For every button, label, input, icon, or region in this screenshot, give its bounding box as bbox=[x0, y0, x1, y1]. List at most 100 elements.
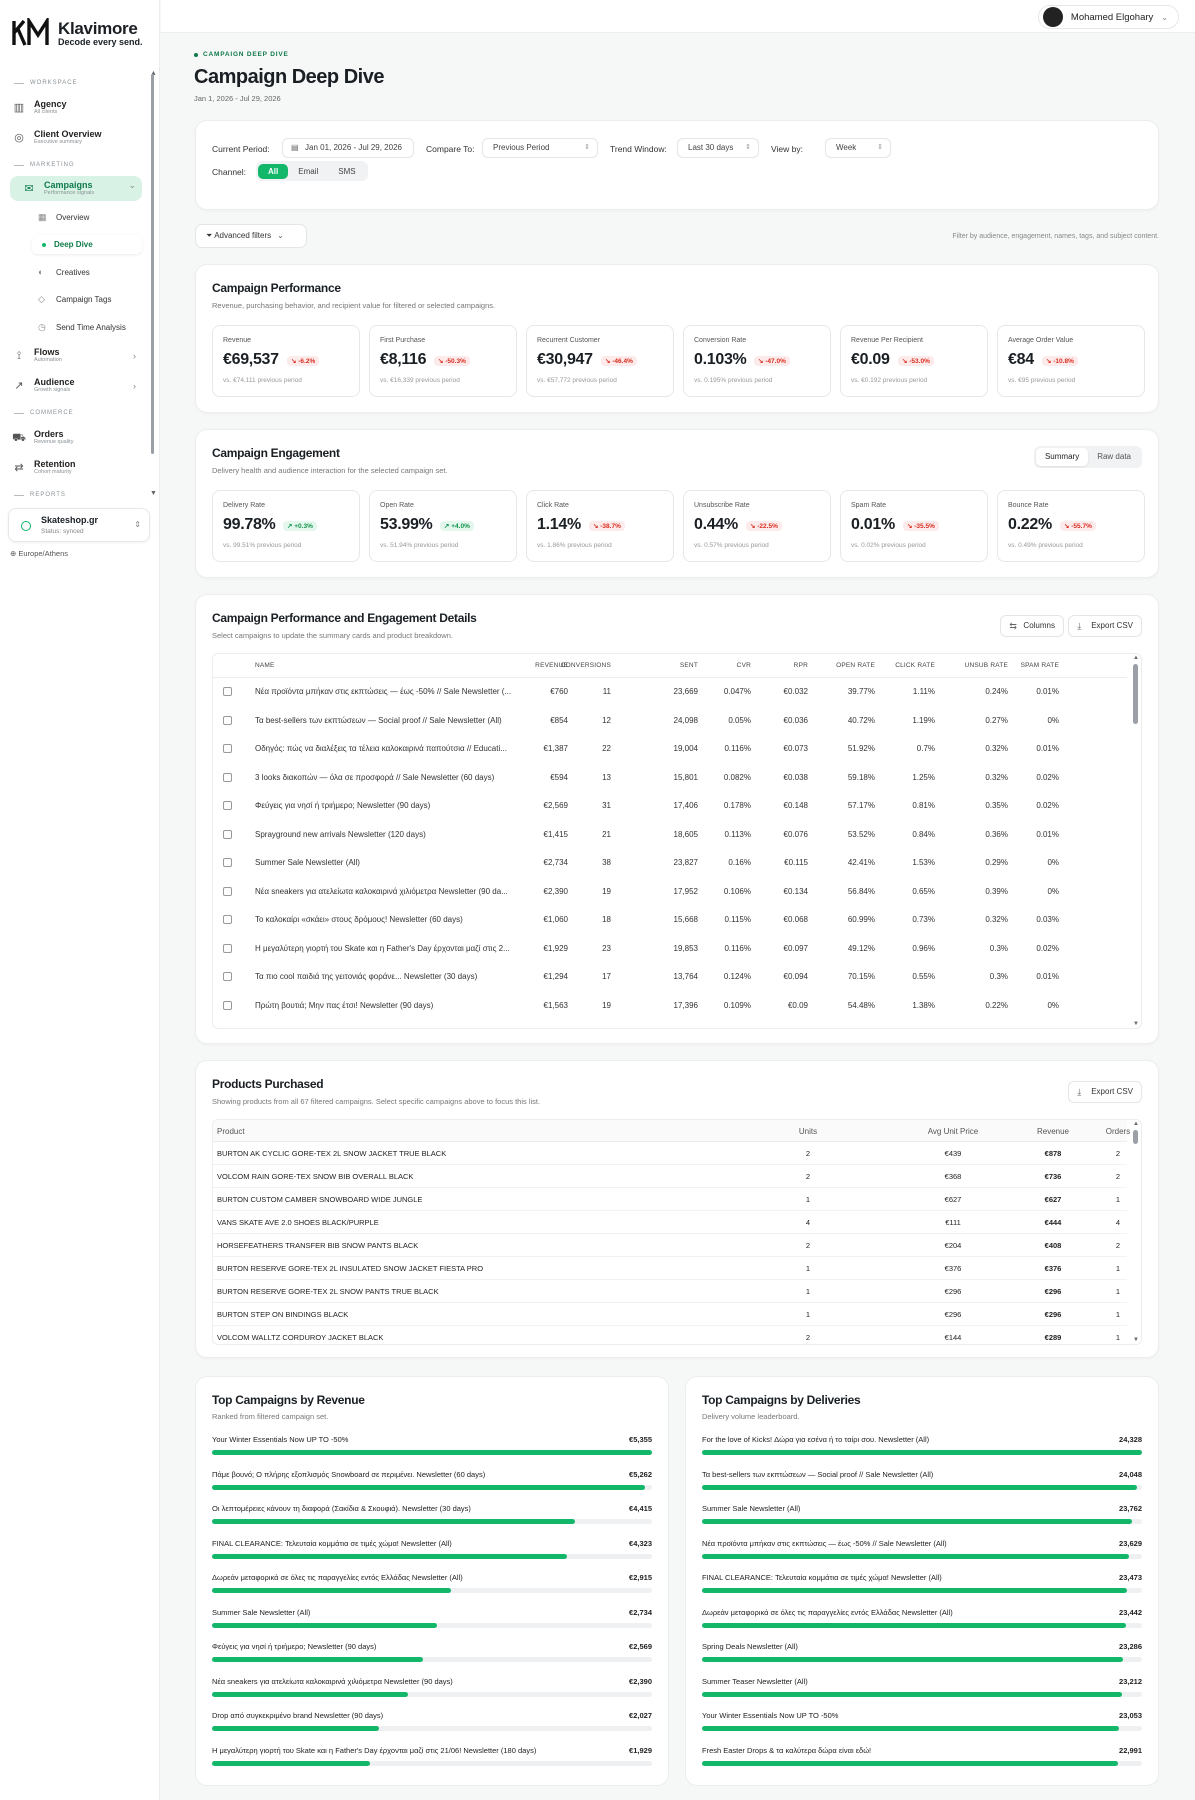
sidebar-sub-creatives[interactable]: ◐ Creatives bbox=[38, 267, 90, 277]
sidebar-item-client-overview[interactable]: ◎ Client Overview Executive summary bbox=[12, 129, 142, 146]
row-checkbox[interactable] bbox=[223, 972, 232, 981]
bar-fill bbox=[212, 1622, 437, 1628]
row-checkbox[interactable] bbox=[223, 801, 232, 810]
leaderboard-item[interactable]: Η μεγαλύτερη γιορτή του Skate και η Fath… bbox=[212, 1746, 652, 1780]
sidebar-item-campaigns[interactable]: ✉ Campaigns Performance signals ⌄ bbox=[10, 176, 142, 201]
row-checkbox[interactable] bbox=[223, 744, 232, 753]
sidebar-item-flows[interactable]: ⟟ Flows Automation › bbox=[12, 347, 142, 364]
table-scrollbar[interactable] bbox=[1133, 664, 1138, 724]
leaderboard-item[interactable]: Τα best-sellers των εκπτώσεων — Social p… bbox=[702, 1470, 1142, 1504]
scroll-down-icon[interactable]: ▼ bbox=[1133, 1021, 1139, 1027]
row-checkbox[interactable] bbox=[223, 829, 232, 839]
trend-window-select[interactable]: Last 30 days ⇕ bbox=[677, 138, 759, 158]
kpi-label: First Purchase bbox=[380, 337, 426, 344]
column-header-unsub-rate[interactable]: UNSUB RATE bbox=[962, 662, 1008, 669]
toggle-raw-data[interactable]: Raw data bbox=[1088, 448, 1140, 466]
table-row[interactable]: Οδηγός: πώς να διαλέξεις τα τέλεια καλοκ… bbox=[213, 735, 1127, 764]
kpi-card: Bounce Rate 0.22% ↘ -55.7% vs. 0.49% previo… bbox=[997, 490, 1145, 562]
row-checkbox[interactable] bbox=[223, 915, 232, 924]
row-checkbox[interactable] bbox=[223, 715, 232, 725]
sidebar-item-agency[interactable]: ▥ Agency All clients bbox=[12, 99, 142, 116]
table-row[interactable]: Τα πιο cool παιδιά της γειτονιάς φοράνε.… bbox=[213, 963, 1127, 992]
row-checkbox[interactable] bbox=[223, 1000, 232, 1010]
table-row[interactable]: Το καλοκαίρι «σκάει» στους δρόμους! News… bbox=[213, 906, 1127, 935]
table-cell: €736 bbox=[1044, 1172, 1062, 1181]
row-checkbox[interactable] bbox=[223, 886, 232, 896]
columns-button[interactable]: ⇆ Columns bbox=[1000, 615, 1064, 637]
sidebar-scrollbar[interactable] bbox=[151, 74, 154, 454]
leaderboard-item[interactable]: FINAL CLEARANCE: Τελευταία κομμάτια σε τ… bbox=[212, 1539, 652, 1573]
table-row[interactable]: Νέα προϊόντα μπήκαν στις εκπτώσεις — έως… bbox=[213, 678, 1127, 707]
leaderboard-item[interactable]: Your Winter Essentials Now UP TO -50% 23,… bbox=[702, 1711, 1142, 1745]
current-period-picker[interactable]: ▤ Jan 01, 2026 - Jul 29, 2026 bbox=[282, 138, 414, 158]
table-row[interactable]: Πρώτη βουτιά; Μην πας έτσι! Newsletter (… bbox=[213, 992, 1127, 1021]
advanced-filters-button[interactable]: ⏷ Advanced filters ⌄ bbox=[195, 224, 307, 248]
leaderboard-item[interactable]: Drop από συγκεκριμένο brand Newsletter (… bbox=[212, 1711, 652, 1745]
leaderboard-item[interactable]: Οι λεπτομέρειες κάνουν τη διαφορά (Σακίδ… bbox=[212, 1504, 652, 1538]
column-header-units[interactable]: Units bbox=[788, 1127, 828, 1136]
sidebar-sub-overview[interactable]: ▦ Overview bbox=[38, 212, 89, 223]
column-header-open-rate[interactable]: OPEN RATE bbox=[829, 662, 875, 669]
leaderboard-item[interactable]: Summer Sale Newsletter (All) 23,762 bbox=[702, 1504, 1142, 1538]
leaderboard-item[interactable]: Νέα sneakers για ατελείωτα καλοκαιρινά χ… bbox=[212, 1677, 652, 1711]
column-header-spam-rate[interactable]: SPAM RATE bbox=[1017, 662, 1059, 669]
leaderboard-item[interactable]: Δωρεάν μεταφορικά σε όλες τις παραγγελίε… bbox=[702, 1608, 1142, 1642]
store-selector[interactable]: Skateshop.gr Status: synced ⇕ bbox=[8, 508, 150, 542]
row-checkbox[interactable] bbox=[223, 858, 232, 867]
scroll-down-icon[interactable]: ▼ bbox=[1133, 1337, 1139, 1343]
column-header-avg-unit-price[interactable]: Avg Unit Price bbox=[913, 1127, 993, 1136]
leaderboard-item[interactable]: Your Winter Essentials Now UP TO -50% €5,… bbox=[212, 1435, 652, 1469]
leaderboard-item[interactable]: Summer Teaser Newsletter (All) 23,212 bbox=[702, 1677, 1142, 1711]
table-cell: 18,605 bbox=[673, 829, 698, 839]
leaderboard-item[interactable]: Fresh Easter Drops & τα καλύτερα δώρα εί… bbox=[702, 1746, 1142, 1780]
leaderboard-item[interactable]: FINAL CLEARANCE: Τελευταία κομμάτια σε τ… bbox=[702, 1573, 1142, 1607]
column-header-sent[interactable]: SENT bbox=[666, 662, 698, 669]
user-menu[interactable]: Mohamed Elgohary ⌄ bbox=[1037, 5, 1179, 29]
row-checkbox[interactable] bbox=[223, 943, 232, 953]
scroll-up-icon[interactable]: ▲ bbox=[1133, 1121, 1139, 1127]
leaderboard-item[interactable]: For the love of Kicks! Δώρα για εσένα ή … bbox=[702, 1435, 1142, 1469]
toggle-summary[interactable]: Summary bbox=[1035, 448, 1089, 466]
column-header-click-rate[interactable]: CLICK RATE bbox=[889, 662, 935, 669]
sidebar-item-audience[interactable]: ↗ Audience Growth signals › bbox=[12, 377, 142, 394]
table-scrollbar[interactable] bbox=[1133, 1130, 1138, 1144]
channel-all[interactable]: All bbox=[258, 163, 289, 179]
table-row[interactable]: Sprayground new arrivals Newsletter (120… bbox=[213, 821, 1127, 850]
sidebar-sub-send-time[interactable]: ◷ Send Time Analysis bbox=[38, 322, 126, 333]
sidebar-item-orders[interactable]: ⛟ Orders Revenue quality bbox=[12, 429, 142, 446]
leaderboard-item[interactable]: Summer Sale Newsletter (All) €2,734 bbox=[212, 1608, 652, 1642]
column-header-conversions[interactable]: CONVERSIONS bbox=[551, 662, 611, 669]
leaderboard-item[interactable]: Νέα προϊόντα μπήκαν στις εκπτώσεις — έως… bbox=[702, 1539, 1142, 1573]
leaderboard-item[interactable]: Spring Deals Newsletter (All) 23,286 bbox=[702, 1642, 1142, 1676]
table-row[interactable]: Η μεγαλύτερη γιορτή του Skate και η Fath… bbox=[213, 935, 1127, 964]
leaderboard-item[interactable]: Πάμε βουνό; Ο πλήρης εξοπλισμός Snowboar… bbox=[212, 1470, 652, 1504]
sidebar-sub-deep-dive[interactable]: Deep Dive bbox=[32, 235, 142, 254]
table-row[interactable]: Summer Sale Newsletter (All) €2,734 38 23,8… bbox=[213, 849, 1127, 878]
leaderboard-item[interactable]: Δωρεάν μεταφορικά σε όλες τις παραγγελίε… bbox=[212, 1573, 652, 1607]
view-by-select[interactable]: Week ⇕ bbox=[825, 138, 891, 158]
table-row[interactable]: Φεύγεις για νησί ή τριήμερο; Newsletter … bbox=[213, 792, 1127, 821]
table-row[interactable]: 3 looks διακοπών — όλα σε προσφορά // Sa… bbox=[213, 764, 1127, 793]
channel-sms[interactable]: SMS bbox=[328, 164, 365, 179]
sidebar-sub-campaign-tags[interactable]: ◇ Campaign Tags bbox=[38, 294, 111, 305]
column-header-cvr[interactable]: CVR bbox=[721, 662, 751, 669]
compare-select[interactable]: Previous Period ⇕ bbox=[482, 138, 598, 158]
export-csv-button[interactable]: ⤓ Export CSV bbox=[1068, 615, 1142, 637]
column-header-revenue[interactable]: Revenue bbox=[1023, 1127, 1083, 1136]
scroll-up-icon[interactable]: ▲ bbox=[1133, 655, 1139, 661]
page-date-range: Jan 1, 2026 - Jul 29, 2026 bbox=[194, 94, 281, 103]
brand-logo[interactable]: Klavimore Decode every send. bbox=[12, 18, 143, 48]
table-row[interactable]: Νέα sneakers για ατελείωτα καλοκαιρινά χ… bbox=[213, 878, 1127, 907]
scroll-down-icon[interactable]: ▼ bbox=[150, 490, 157, 497]
channel-email[interactable]: Email bbox=[288, 164, 328, 179]
column-header-name[interactable]: NAME bbox=[255, 662, 555, 669]
column-header-product[interactable]: Product bbox=[217, 1127, 717, 1136]
table-row[interactable]: Τα best-sellers των εκπτώσεων — Social p… bbox=[213, 707, 1127, 736]
row-checkbox[interactable] bbox=[223, 687, 232, 696]
row-checkbox[interactable] bbox=[223, 772, 232, 782]
leaderboard-item[interactable]: Φεύγεις για νησί ή τριήμερο; Newsletter … bbox=[212, 1642, 652, 1676]
sidebar-item-retention[interactable]: ⇄ Retention Cohort maturity bbox=[12, 459, 142, 476]
column-header-rpr[interactable]: RPR bbox=[772, 662, 808, 669]
table-cell: 0.24% bbox=[985, 687, 1008, 696]
products-export-csv-button[interactable]: ⤓ Export CSV bbox=[1068, 1081, 1142, 1103]
